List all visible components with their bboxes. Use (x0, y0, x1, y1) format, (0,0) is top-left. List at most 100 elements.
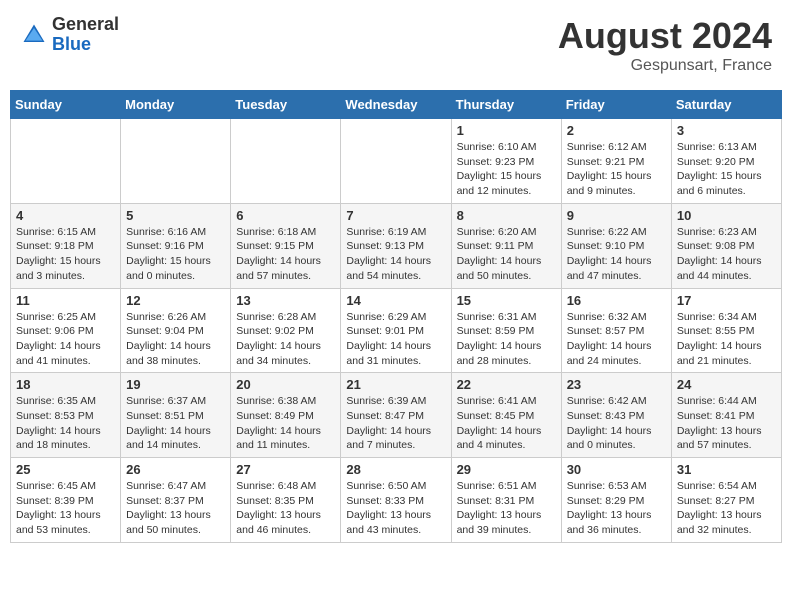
day-info: Sunrise: 6:38 AM Sunset: 8:49 PM Dayligh… (236, 394, 335, 453)
day-number: 3 (677, 123, 776, 138)
day-info: Sunrise: 6:34 AM Sunset: 8:55 PM Dayligh… (677, 310, 776, 369)
day-info: Sunrise: 6:37 AM Sunset: 8:51 PM Dayligh… (126, 394, 225, 453)
calendar-day-cell: 17 Sunrise: 6:34 AM Sunset: 8:55 PM Dayli… (671, 288, 781, 373)
day-of-week-header: Monday (121, 91, 231, 119)
calendar-day-cell (11, 119, 121, 204)
calendar-day-cell: 21Sunrise: 6:39 AM Sunset: 8:47 PM Dayli… (341, 373, 451, 458)
calendar-week-row: 1Sunrise: 6:10 AM Sunset: 9:23 PM Daylig… (11, 119, 782, 204)
day-info: Sunrise: 6:19 AM Sunset: 9:13 PM Dayligh… (346, 225, 445, 284)
day-info: Sunrise: 6:51 AM Sunset: 8:31 PM Dayligh… (457, 479, 556, 538)
day-number: 5 (126, 208, 225, 223)
day-info: Sunrise: 6:22 AM Sunset: 9:10 PM Dayligh… (567, 225, 666, 284)
calendar-day-cell: 11 Sunrise: 6:25 AM Sunset: 9:06 PM Dayli… (11, 288, 121, 373)
location-subtitle: Gespunsart, France (558, 57, 772, 75)
calendar-day-cell: 29 Sunrise: 6:51 AM Sunset: 8:31 PM Dayli… (451, 458, 561, 543)
day-number: 29 (457, 462, 556, 477)
calendar-day-cell: 18Sunrise: 6:35 AM Sunset: 8:53 PM Dayli… (11, 373, 121, 458)
day-number: 23 (567, 377, 666, 392)
day-number: 26 (126, 462, 225, 477)
day-info: Sunrise: 6:54 AM Sunset: 8:27 PM Dayligh… (677, 479, 776, 538)
day-of-week-header: Wednesday (341, 91, 451, 119)
day-number: 25 (16, 462, 115, 477)
day-number: 30 (567, 462, 666, 477)
calendar-day-cell: 14 Sunrise: 6:29 AM Sunset: 9:01 PM Dayli… (341, 288, 451, 373)
logo-icon (20, 21, 48, 49)
day-info: Sunrise: 6:35 AM Sunset: 8:53 PM Dayligh… (16, 394, 115, 453)
day-number: 1 (457, 123, 556, 138)
day-number: 20 (236, 377, 335, 392)
day-number: 14 (346, 293, 445, 308)
calendar-week-row: 4 Sunrise: 6:15 AM Sunset: 9:18 PM Daylig… (11, 203, 782, 288)
month-year-title: August 2024 (558, 15, 772, 57)
day-of-week-header: Tuesday (231, 91, 341, 119)
day-number: 6 (236, 208, 335, 223)
day-number: 4 (16, 208, 115, 223)
day-number: 16 (567, 293, 666, 308)
day-of-week-header: Friday (561, 91, 671, 119)
calendar-day-cell: 13Sunrise: 6:28 AM Sunset: 9:02 PM Dayli… (231, 288, 341, 373)
day-number: 7 (346, 208, 445, 223)
day-info: Sunrise: 6:41 AM Sunset: 8:45 PM Dayligh… (457, 394, 556, 453)
calendar-day-cell: 19 Sunrise: 6:37 AM Sunset: 8:51 PM Dayli… (121, 373, 231, 458)
day-info: Sunrise: 6:53 AM Sunset: 8:29 PM Dayligh… (567, 479, 666, 538)
day-info: Sunrise: 6:23 AM Sunset: 9:08 PM Dayligh… (677, 225, 776, 284)
title-block: August 2024 Gespunsart, France (558, 15, 772, 75)
page-header: General Blue August 2024 Gespunsart, Fra… (10, 10, 782, 80)
day-number: 8 (457, 208, 556, 223)
logo: General Blue (20, 15, 119, 55)
day-info: Sunrise: 6:50 AM Sunset: 8:33 PM Dayligh… (346, 479, 445, 538)
day-info: Sunrise: 6:31 AM Sunset: 8:59 PM Dayligh… (457, 310, 556, 369)
calendar-day-cell: 23Sunrise: 6:42 AM Sunset: 8:43 PM Dayli… (561, 373, 671, 458)
day-info: Sunrise: 6:16 AM Sunset: 9:16 PM Dayligh… (126, 225, 225, 284)
day-number: 12 (126, 293, 225, 308)
logo-general: General (52, 15, 119, 35)
calendar-day-cell (231, 119, 341, 204)
day-info: Sunrise: 6:44 AM Sunset: 8:41 PM Dayligh… (677, 394, 776, 453)
calendar-day-cell: 22 Sunrise: 6:41 AM Sunset: 8:45 PM Dayli… (451, 373, 561, 458)
day-info: Sunrise: 6:25 AM Sunset: 9:06 PM Dayligh… (16, 310, 115, 369)
calendar-day-cell: 12 Sunrise: 6:26 AM Sunset: 9:04 PM Dayli… (121, 288, 231, 373)
calendar-day-cell (341, 119, 451, 204)
day-number: 22 (457, 377, 556, 392)
day-info: Sunrise: 6:45 AM Sunset: 8:39 PM Dayligh… (16, 479, 115, 538)
calendar-day-cell: 28Sunrise: 6:50 AM Sunset: 8:33 PM Dayli… (341, 458, 451, 543)
day-number: 2 (567, 123, 666, 138)
calendar-day-cell: 1Sunrise: 6:10 AM Sunset: 9:23 PM Daylig… (451, 119, 561, 204)
calendar-week-row: 11 Sunrise: 6:25 AM Sunset: 9:06 PM Dayli… (11, 288, 782, 373)
calendar-day-cell: 30 Sunrise: 6:53 AM Sunset: 8:29 PM Dayli… (561, 458, 671, 543)
day-number: 15 (457, 293, 556, 308)
day-info: Sunrise: 6:48 AM Sunset: 8:35 PM Dayligh… (236, 479, 335, 538)
day-info: Sunrise: 6:15 AM Sunset: 9:18 PM Dayligh… (16, 225, 115, 284)
day-number: 17 (677, 293, 776, 308)
calendar-day-cell: 27 Sunrise: 6:48 AM Sunset: 8:35 PM Dayli… (231, 458, 341, 543)
day-number: 31 (677, 462, 776, 477)
calendar-day-cell: 9 Sunrise: 6:22 AM Sunset: 9:10 PM Daylig… (561, 203, 671, 288)
day-info: Sunrise: 6:32 AM Sunset: 8:57 PM Dayligh… (567, 310, 666, 369)
calendar-day-cell: 4 Sunrise: 6:15 AM Sunset: 9:18 PM Daylig… (11, 203, 121, 288)
calendar-day-cell: 7 Sunrise: 6:19 AM Sunset: 9:13 PM Daylig… (341, 203, 451, 288)
calendar-day-cell: 10Sunrise: 6:23 AM Sunset: 9:08 PM Dayli… (671, 203, 781, 288)
calendar-day-cell: 25 Sunrise: 6:45 AM Sunset: 8:39 PM Dayli… (11, 458, 121, 543)
calendar-day-cell: 3 Sunrise: 6:13 AM Sunset: 9:20 PM Daylig… (671, 119, 781, 204)
calendar-day-cell: 31 Sunrise: 6:54 AM Sunset: 8:27 PM Dayli… (671, 458, 781, 543)
calendar-table: SundayMondayTuesdayWednesdayThursdayFrid… (10, 90, 782, 543)
day-info: Sunrise: 6:47 AM Sunset: 8:37 PM Dayligh… (126, 479, 225, 538)
day-number: 11 (16, 293, 115, 308)
day-info: Sunrise: 6:29 AM Sunset: 9:01 PM Dayligh… (346, 310, 445, 369)
calendar-day-cell: 6Sunrise: 6:18 AM Sunset: 9:15 PM Daylig… (231, 203, 341, 288)
day-number: 9 (567, 208, 666, 223)
calendar-day-cell: 26 Sunrise: 6:47 AM Sunset: 8:37 PM Dayli… (121, 458, 231, 543)
calendar-day-cell: 5 Sunrise: 6:16 AM Sunset: 9:16 PM Daylig… (121, 203, 231, 288)
calendar-day-cell: 16 Sunrise: 6:32 AM Sunset: 8:57 PM Dayli… (561, 288, 671, 373)
calendar-day-cell: 2Sunrise: 6:12 AM Sunset: 9:21 PM Daylig… (561, 119, 671, 204)
calendar-day-cell: 24Sunrise: 6:44 AM Sunset: 8:41 PM Dayli… (671, 373, 781, 458)
day-info: Sunrise: 6:26 AM Sunset: 9:04 PM Dayligh… (126, 310, 225, 369)
day-number: 27 (236, 462, 335, 477)
day-info: Sunrise: 6:13 AM Sunset: 9:20 PM Dayligh… (677, 140, 776, 199)
day-number: 19 (126, 377, 225, 392)
calendar-day-cell: 8Sunrise: 6:20 AM Sunset: 9:11 PM Daylig… (451, 203, 561, 288)
logo-text: General Blue (52, 15, 119, 55)
day-number: 13 (236, 293, 335, 308)
calendar-header-row: SundayMondayTuesdayWednesdayThursdayFrid… (11, 91, 782, 119)
calendar-week-row: 25 Sunrise: 6:45 AM Sunset: 8:39 PM Dayli… (11, 458, 782, 543)
